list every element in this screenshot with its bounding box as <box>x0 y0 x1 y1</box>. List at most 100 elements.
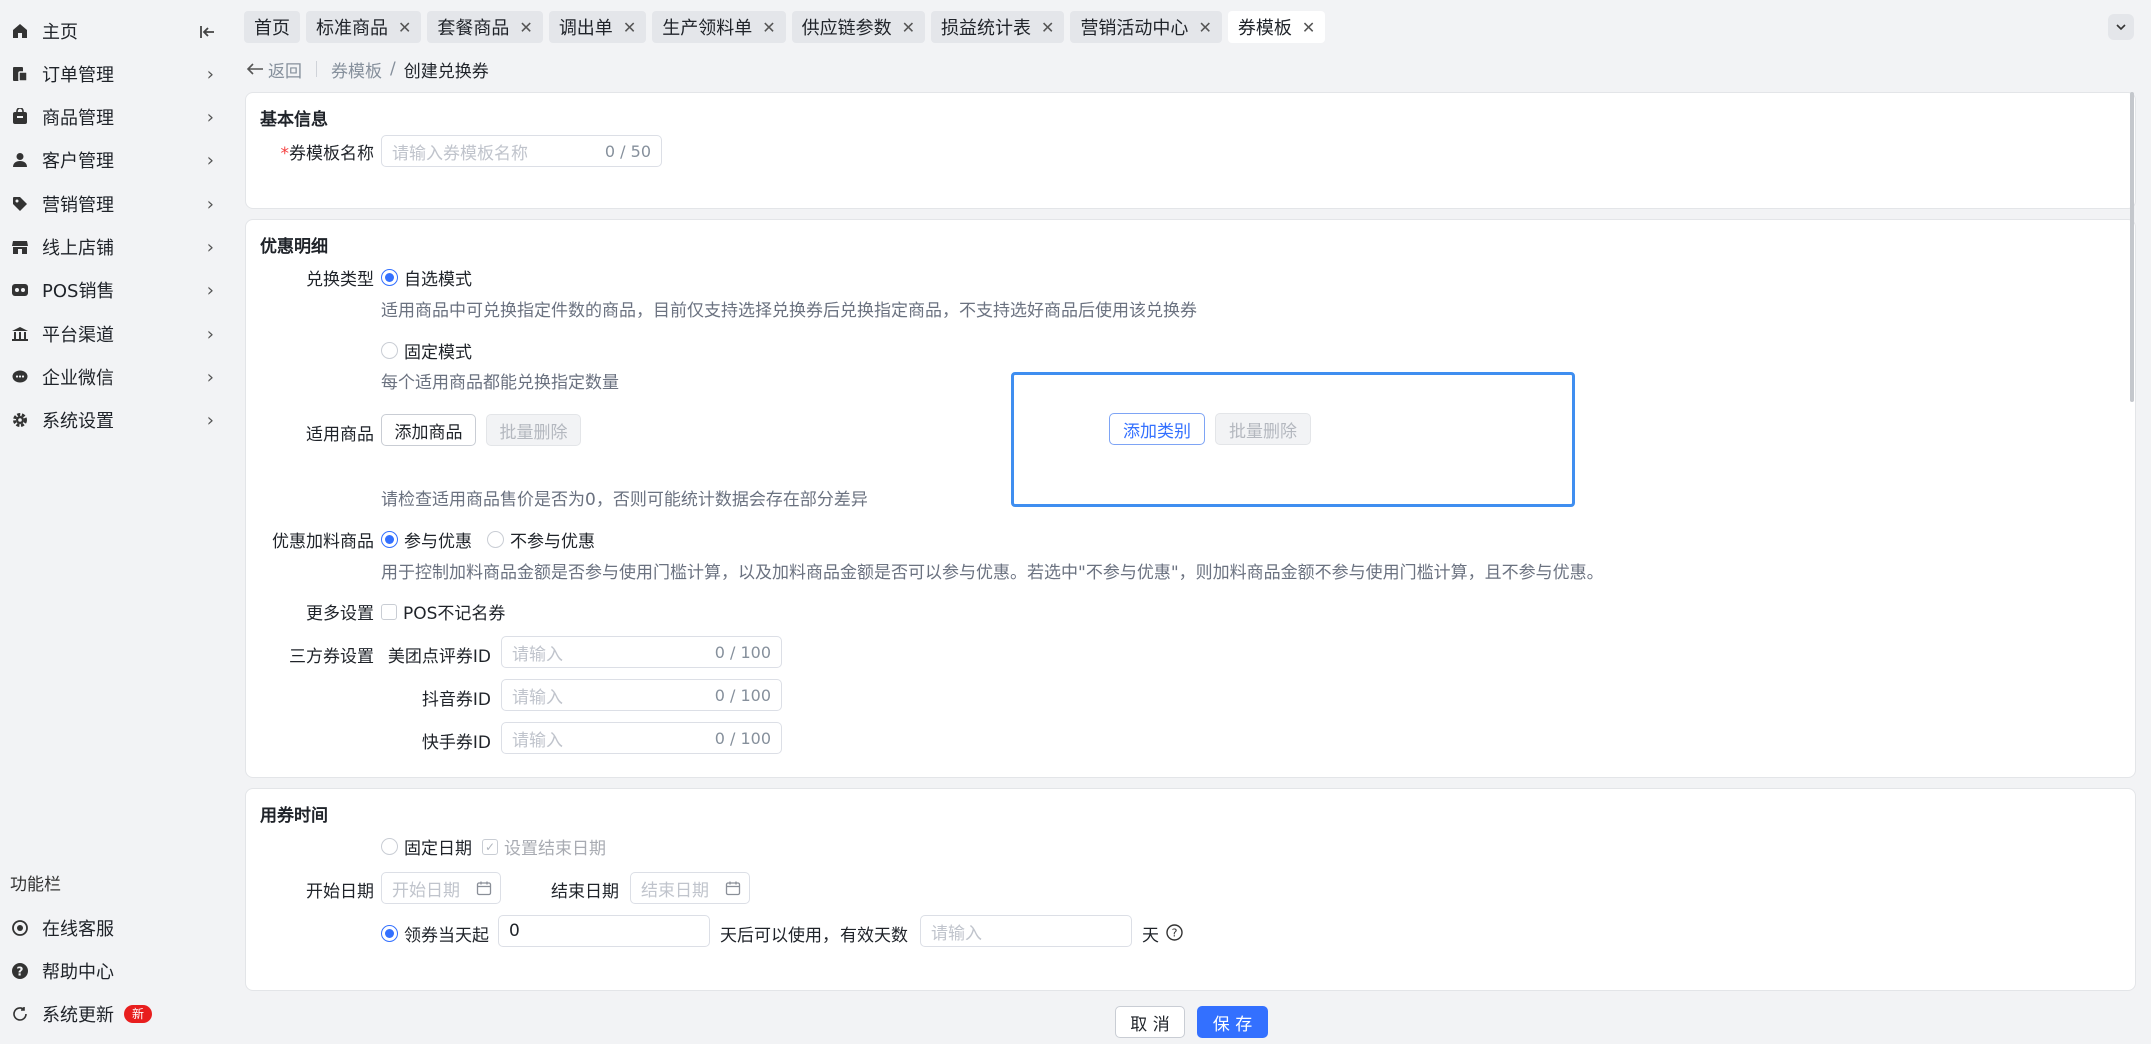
addon-goods-label: 优惠加料商品 <box>272 532 374 552</box>
breadcrumb-parent[interactable]: 券模板 <box>331 57 382 82</box>
batch-delete-category-button[interactable]: 批量删除 <box>1215 413 1311 445</box>
sidebar-item-home[interactable]: 主页 <box>0 11 234 51</box>
sidebar-item-channels[interactable]: 平台渠道 › <box>0 314 234 354</box>
tab-production-picking[interactable]: 生产领料单 ✕ <box>652 11 786 43</box>
char-counter: 0 / 100 <box>714 685 771 705</box>
close-icon[interactable]: ✕ <box>398 18 411 37</box>
radio-addon-not-participate[interactable]: 不参与优惠 <box>487 527 595 552</box>
home-icon <box>10 21 30 41</box>
end-date-picker[interactable]: 结束日期 <box>630 872 750 904</box>
close-icon[interactable]: ✕ <box>1302 18 1315 37</box>
sidebar-item-settings[interactable]: 系统设置 › <box>0 400 234 440</box>
start-date-label: 开始日期 <box>306 882 374 902</box>
tab-standard-goods[interactable]: 标准商品 ✕ <box>306 11 422 43</box>
gear-icon <box>10 410 30 430</box>
more-settings-label: 更多设置 <box>306 604 374 624</box>
close-icon[interactable]: ✕ <box>1198 18 1211 37</box>
tab-profit-loss[interactable]: 损益统计表 ✕ <box>931 11 1065 43</box>
back-button[interactable]: 返回 <box>246 57 302 82</box>
add-goods-button[interactable]: 添加商品 <box>381 414 476 446</box>
pos-anonymous-checkbox[interactable]: POS不记名券 <box>381 599 505 624</box>
sidebar-item-label: 企业微信 <box>42 368 114 389</box>
support-icon <box>10 918 30 938</box>
new-badge: 新 <box>124 1005 153 1023</box>
sidebar-item-marketing[interactable]: 营销管理 › <box>0 184 234 224</box>
template-name-label: *券模板名称 <box>266 139 375 164</box>
sidebar-item-label: 商品管理 <box>42 108 114 129</box>
tab-transfer-out[interactable]: 调出单 ✕ <box>548 11 647 43</box>
kuaishou-id-input[interactable]: 请输入 0 / 100 <box>501 722 782 754</box>
fixed-mode-hint: 每个适用商品都能兑换指定数量 <box>381 373 619 393</box>
set-end-date-checkbox[interactable]: ✓ 设置结束日期 <box>482 834 606 859</box>
days-after-input[interactable]: 0 <box>498 915 710 947</box>
sidebar-item-orders[interactable]: 订单管理 › <box>0 54 234 94</box>
tab-supply-chain-params[interactable]: 供应链参数 ✕ <box>791 11 926 43</box>
radio-label: 参与优惠 <box>404 532 472 552</box>
add-category-button[interactable]: 添加类别 <box>1109 413 1205 445</box>
sidebar-item-customers[interactable]: 客户管理 › <box>0 140 234 180</box>
radio-addon-participate[interactable]: 参与优惠 <box>381 527 472 552</box>
kuaishou-id-label: 快手券ID <box>421 733 491 753</box>
close-icon[interactable]: ✕ <box>623 18 636 37</box>
day-unit: 天 <box>1142 926 1159 946</box>
radio-unchecked-icon <box>381 342 398 359</box>
calendar-icon <box>476 880 492 896</box>
wechat-icon <box>10 367 30 387</box>
cancel-button[interactable]: 取 消 <box>1115 1006 1185 1038</box>
close-icon[interactable]: ✕ <box>762 18 775 37</box>
scrollbar[interactable] <box>2130 92 2134 402</box>
sidebar-item-goods[interactable]: 商品管理 › <box>0 97 234 137</box>
tab-bar: 首页 标准商品 ✕ 套餐商品 ✕ 调出单 ✕ 生产领料单 ✕ 供应链参数 ✕ 损益统计表 ✕… <box>244 11 1326 43</box>
radio-checked-icon <box>381 269 398 286</box>
radio-fixed-date[interactable]: 固定日期 <box>381 834 472 859</box>
close-icon[interactable]: ✕ <box>1041 18 1054 37</box>
input-placeholder: 结束日期 <box>641 880 709 901</box>
radio-label: 固定模式 <box>404 343 472 363</box>
input-placeholder: 请输入 <box>512 644 563 665</box>
radio-fixed-mode[interactable]: 固定模式 <box>381 338 472 363</box>
sidebar-item-wecom[interactable]: 企业微信 › <box>0 357 234 397</box>
close-icon[interactable]: ✕ <box>902 18 915 37</box>
checkbox-label: 设置结束日期 <box>504 839 606 859</box>
sidebar-item-label: 线上店铺 <box>42 238 114 259</box>
end-date-label: 结束日期 <box>551 882 619 902</box>
tab-label: 首页 <box>254 18 290 39</box>
addon-hint: 用于控制加料商品金额是否参与使用门槛计算，以及加料商品金额是否可以参与优惠。若选… <box>381 563 1604 583</box>
tab-label: 标准商品 <box>316 18 388 39</box>
radio-from-receive-day[interactable]: 领券当天起 <box>381 921 489 946</box>
tab-coupon-template[interactable]: 券模板 ✕ <box>1227 11 1326 43</box>
question-circle-icon[interactable]: ? <box>1166 924 1183 941</box>
input-placeholder: 请输入 <box>512 687 563 708</box>
goods-icon <box>10 107 30 127</box>
sidebar-item-system-update[interactable]: 系统更新 新 <box>0 994 234 1034</box>
tab-combo-goods[interactable]: 套餐商品 ✕ <box>427 11 543 43</box>
tab-label: 损益统计表 <box>941 18 1032 39</box>
arrow-left-icon <box>246 63 263 75</box>
svg-text:?: ? <box>1172 927 1178 940</box>
valid-days-input[interactable]: 请输入 <box>920 915 1132 947</box>
chevron-right-icon: › <box>206 193 214 215</box>
template-name-input[interactable]: 请输入券模板名称 0 / 50 <box>381 135 662 167</box>
close-icon[interactable]: ✕ <box>519 18 532 37</box>
start-date-picker[interactable]: 开始日期 <box>381 872 501 904</box>
sidebar: 主页 订单管理 › 商品管理 › 客户管理 › 营销管理 › 线上店铺 › PO… <box>0 0 234 1044</box>
tab-home[interactable]: 首页 <box>244 11 300 43</box>
sidebar-item-online-shop[interactable]: 线上店铺 › <box>0 227 234 267</box>
save-button[interactable]: 保 存 <box>1197 1006 1268 1038</box>
sidebar-item-online-support[interactable]: 在线客服 <box>0 908 234 948</box>
checkmark-icon: ✓ <box>482 838 498 855</box>
tabs-dropdown-button[interactable] <box>2108 14 2134 40</box>
sidebar-item-help[interactable]: ? 帮助中心 <box>0 951 234 991</box>
input-placeholder: 开始日期 <box>392 880 460 901</box>
radio-optional-mode[interactable]: 自选模式 <box>381 265 472 290</box>
breadcrumb-separator: / <box>390 59 396 79</box>
batch-delete-button[interactable]: 批量删除 <box>486 414 581 446</box>
template-name-label-text: 券模板名称 <box>289 144 374 164</box>
sidebar-item-pos[interactable]: POS销售 › <box>0 270 234 310</box>
chevron-right-icon: › <box>206 279 214 301</box>
section-title-basic: 基本信息 <box>260 110 328 130</box>
douyin-id-input[interactable]: 请输入 0 / 100 <box>501 679 782 711</box>
svg-text:?: ? <box>17 965 24 979</box>
tab-marketing-center[interactable]: 营销活动中心 ✕ <box>1070 11 1222 43</box>
meituan-id-input[interactable]: 请输入 0 / 100 <box>501 636 782 668</box>
